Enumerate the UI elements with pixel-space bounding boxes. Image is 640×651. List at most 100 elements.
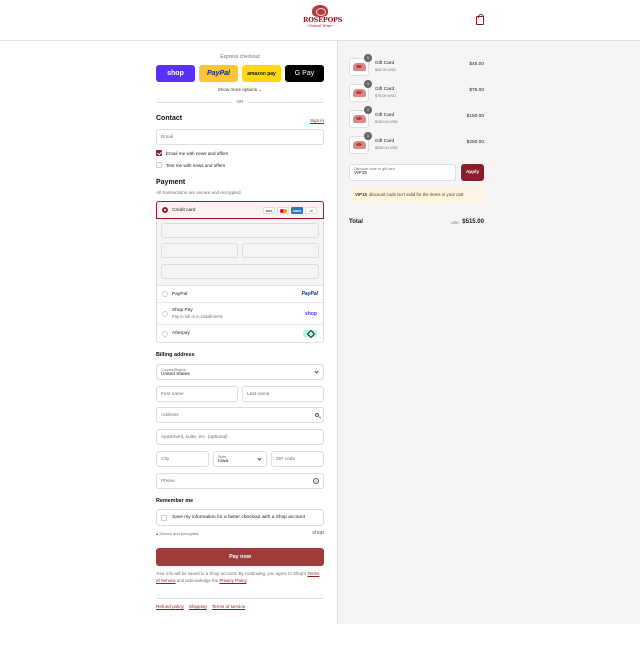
warning-text: discount code isn't valid for the items … — [368, 192, 464, 197]
security-code-field[interactable] — [242, 243, 319, 258]
amazon-pay-button[interactable]: amazon pay — [242, 65, 281, 82]
last-name-field[interactable]: Last name — [242, 386, 324, 402]
contact-title: Contact — [156, 115, 183, 122]
warning-code: VIP15 — [355, 192, 367, 197]
shipping-link[interactable]: Shipping — [189, 604, 207, 609]
card-fields-panel — [157, 219, 323, 286]
country-select[interactable]: Country/Region United States — [156, 364, 324, 380]
item-name: Gift Card — [375, 61, 395, 66]
checkbox-checked[interactable] — [156, 150, 162, 156]
pay-now-button[interactable]: Pay now — [156, 548, 324, 566]
zip-placeholder: ZIP code — [276, 456, 296, 462]
card-number-field[interactable] — [161, 223, 319, 238]
header: ROSEPOPS ~Natural Wrap~ — [0, 0, 640, 41]
help-icon[interactable]: ? — [313, 478, 319, 484]
brand-name: ROSEPOPS — [303, 16, 343, 24]
state-select[interactable]: State Iowa — [213, 451, 267, 467]
chevron-down-icon — [314, 369, 319, 374]
lock-icon: 🔒︎ — [156, 531, 159, 536]
shop-pay-label: Shop Pay — [172, 308, 193, 313]
google-pay-button[interactable]: G Pay — [285, 65, 324, 82]
name-on-card-field[interactable] — [161, 264, 319, 279]
line-item: 1 Gift Card $45.00 USD $45.00 — [349, 54, 484, 76]
secure-note: 🔒︎ Secure and encrypted — [156, 531, 198, 536]
footer-links: Refund policy Shipping Terms of service — [156, 604, 245, 609]
billing-address-title: Billing address — [156, 352, 195, 358]
item-name: Gift Card — [375, 87, 395, 92]
shop-pay-subtitle: Pay in full or in installments — [172, 314, 223, 319]
item-name: Gift Card — [375, 113, 395, 118]
radio[interactable] — [162, 330, 168, 337]
chevron-down-icon: ⌄ — [258, 87, 263, 92]
country-value: United States — [161, 371, 190, 377]
discount-warning: VIP15 discount code isn't valid for the … — [349, 186, 484, 203]
city-field[interactable]: City — [156, 451, 209, 467]
shop-terms-notice: Your info will be saved to a Shop accoun… — [156, 571, 324, 584]
remember-me-title: Remember me — [156, 498, 194, 504]
quantity-badge: 1 — [364, 106, 372, 114]
item-price: $150.00 — [466, 114, 484, 119]
paypal-logo: PayPal — [301, 291, 318, 297]
radio-selected[interactable] — [162, 207, 168, 213]
discount-code-input[interactable]: Discount code or gift card VIP15 — [349, 164, 456, 181]
item-name: Gift Card — [375, 139, 395, 144]
card-logos: VISA AMEX +5 — [263, 207, 317, 214]
item-variant: $250.00 USD — [375, 146, 398, 150]
privacy-policy-link[interactable]: Privacy Policy — [219, 578, 246, 583]
amex-icon: AMEX — [291, 207, 303, 214]
text-news-label: Text me with news and offers — [166, 162, 226, 168]
sign-in-link[interactable]: Sign in — [310, 118, 324, 123]
save-info-label: Save my information for a faster checkou… — [172, 515, 306, 520]
expiration-field[interactable] — [161, 243, 238, 258]
chevron-down-icon — [257, 456, 262, 461]
item-variant: $45.00 USD — [375, 68, 396, 72]
total-label: Total — [349, 219, 363, 225]
radio[interactable] — [162, 291, 168, 297]
discount-value: VIP15 — [354, 171, 368, 176]
notice-text: Your info will be saved to a Shop accoun… — [156, 571, 308, 576]
save-info-checkbox[interactable]: Save my information for a faster checkou… — [156, 509, 324, 526]
express-checkout-title: Express checkout — [220, 54, 260, 60]
address-field[interactable]: Address — [156, 407, 324, 423]
item-price: $250.00 — [466, 140, 484, 145]
phone-placeholder: Phone — [161, 478, 175, 484]
rosepops-logo[interactable]: ROSEPOPS ~Natural Wrap~ — [303, 5, 343, 35]
checkbox[interactable] — [156, 162, 162, 168]
payment-option-paypal[interactable]: PayPal PayPal — [157, 286, 323, 303]
item-price: $75.00 — [469, 88, 484, 93]
email-field[interactable]: Email — [156, 129, 324, 145]
apply-button[interactable]: Apply — [461, 164, 484, 181]
refund-policy-link[interactable]: Refund policy — [156, 604, 184, 609]
line-item: 1 Gift Card $75.00 USD $75.00 — [349, 80, 484, 102]
shop-logo: shop — [305, 310, 317, 317]
city-placeholder: City — [161, 456, 170, 462]
shop-pay-text: Shop Pay Pay in full or in installments — [172, 308, 223, 319]
phone-field[interactable]: Phone ? — [156, 473, 324, 489]
shop-pay-button[interactable]: shop — [156, 65, 195, 82]
email-news-checkbox[interactable]: Email me with news and offers — [156, 150, 228, 156]
radio[interactable] — [162, 310, 168, 317]
total-currency: USD — [450, 221, 459, 225]
apartment-field[interactable]: Apartment, suite, etc. (optional) — [156, 429, 324, 445]
address-placeholder: Address — [161, 412, 179, 418]
email-placeholder: Email — [161, 134, 173, 140]
text-news-checkbox[interactable]: Text me with news and offers — [156, 162, 225, 168]
total-amount: $515.00 — [462, 219, 484, 225]
brand-tagline: ~Natural Wrap~ — [306, 24, 334, 28]
payment-option-credit-card[interactable]: Credit card VISA AMEX +5 — [156, 201, 324, 219]
quantity-badge: 1 — [364, 54, 372, 62]
show-more-options-link[interactable]: Show more options ⌄ — [156, 87, 324, 93]
footer-divider — [156, 598, 324, 599]
terms-of-service-footer-link[interactable]: Terms of service — [212, 604, 245, 609]
zip-field[interactable]: ZIP code — [271, 451, 324, 467]
shopping-bag-icon[interactable] — [476, 14, 484, 25]
first-name-placeholder: First name — [161, 391, 184, 397]
paypal-button[interactable]: PayPal — [199, 65, 238, 82]
payment-title: Payment — [156, 179, 186, 186]
payment-option-afterpay[interactable]: Afterpay — [157, 325, 323, 342]
checkbox[interactable] — [161, 514, 167, 521]
order-summary-panel — [337, 41, 640, 624]
payment-option-shop-pay[interactable]: Shop Pay Pay in full or in installments … — [157, 303, 323, 325]
last-name-placeholder: Last name — [247, 391, 270, 397]
first-name-field[interactable]: First name — [156, 386, 238, 402]
